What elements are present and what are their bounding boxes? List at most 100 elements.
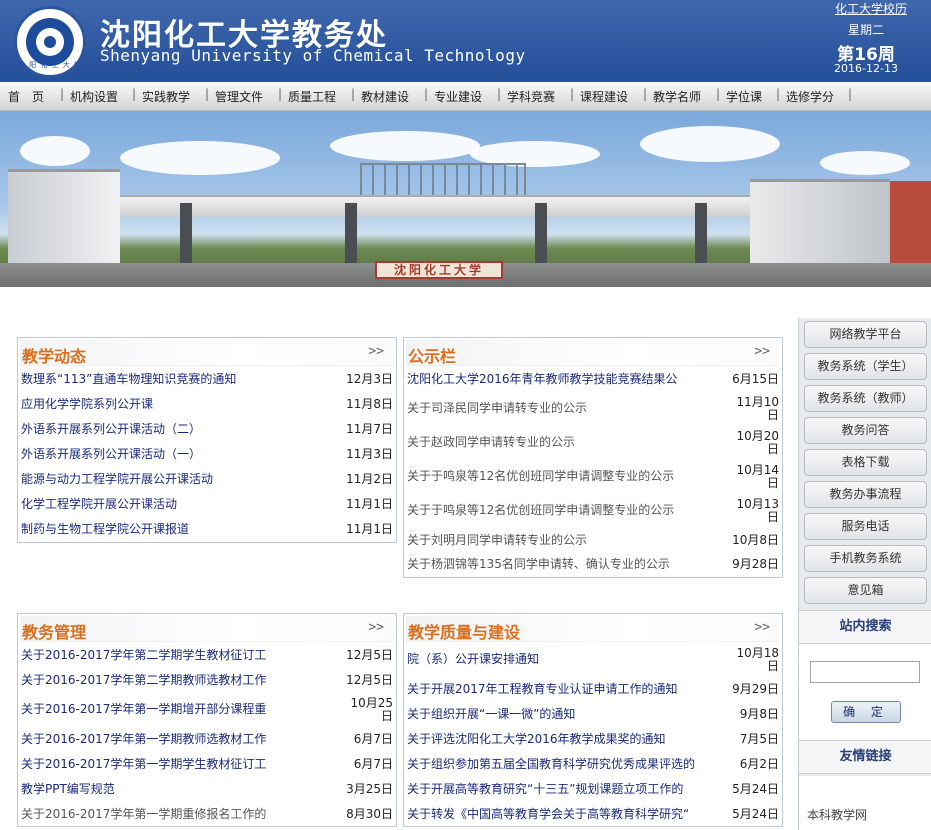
list-item[interactable]: 关于2016-2017学年第一学期学生教材征订工 6月7日	[21, 752, 393, 777]
item-title[interactable]: 关于于鸣泉等12名优创班同学申请调整专业的公示	[407, 468, 717, 485]
list-item[interactable]: 关于杨泗锦等135名同学申请转、确认专业的公示 9月28日	[407, 552, 779, 577]
nav-separator: |	[776, 87, 781, 101]
student-system-button[interactable]: 教务系统（学生）	[804, 353, 927, 380]
nav-item-degree-courses[interactable]: 学位课	[726, 88, 762, 105]
list-item[interactable]: 沈阳化工大学2016年青年教师教学技能竞赛结果公 6月15日	[407, 367, 779, 392]
item-title[interactable]: 数理系“113”直通车物理知识竞赛的通知	[21, 367, 331, 392]
list-item[interactable]: 关于评选沈阳化工大学2016年教学成果奖的通知 7月5日	[407, 727, 779, 752]
nav-item-textbooks[interactable]: 教材建设	[361, 88, 409, 105]
undergrad-teaching-link[interactable]: 本科教学网	[807, 806, 867, 823]
item-title[interactable]: 外语系开展系列公开课活动（一）	[21, 442, 331, 467]
list-item[interactable]: 关于于鸣泉等12名优创班同学申请调整专业的公示 10月14日	[407, 460, 779, 494]
item-title[interactable]: 关于2016-2017学年第二学期教师选教材工作	[21, 668, 331, 693]
item-title[interactable]: 院（系）公开课安排通知	[407, 651, 717, 668]
item-title[interactable]: 制药与生物工程学院公开课报道	[21, 517, 331, 542]
service-phone-button[interactable]: 服务电话	[804, 513, 927, 540]
nav-item-quality[interactable]: 质量工程	[288, 88, 336, 105]
item-title[interactable]: 关于2016-2017学年第一学期教师选教材工作	[21, 727, 331, 752]
list-item[interactable]: 关于转发《中国高等教育学会关于高等教育科学研究“ 5月24日	[407, 802, 779, 827]
forms-download-button[interactable]: 表格下载	[804, 449, 927, 476]
item-title[interactable]: 关于组织开展“一课一微”的通知	[407, 702, 717, 727]
nav-item-documents[interactable]: 管理文件	[215, 88, 263, 105]
item-title[interactable]: 关于杨泗锦等135名同学申请转、确认专业的公示	[407, 552, 717, 577]
item-title[interactable]: 关于2016-2017学年第一学期重修报名工作的	[21, 802, 331, 827]
school-calendar-link[interactable]: 化工大学校历	[826, 0, 916, 17]
logo-text: 沈 阳 化 工 大 学	[17, 61, 83, 69]
item-title[interactable]: 关于2016-2017学年第一学期学生教材征订工	[21, 752, 331, 777]
item-date: 9月28日	[732, 557, 779, 571]
item-title[interactable]: 外语系开展系列公开课活动（二）	[21, 417, 331, 442]
item-date: 6月2日	[739, 757, 779, 771]
item-title[interactable]: 关于组织参加第五届全国教育科学研究优秀成果评选的	[407, 752, 717, 777]
list-item[interactable]: 关于赵政同学申请转专业的公示 10月20日	[407, 426, 779, 460]
item-title[interactable]: 关于评选沈阳化工大学2016年教学成果奖的通知	[407, 727, 717, 752]
item-title[interactable]: 关于于鸣泉等12名优创班同学申请调整专业的公示	[407, 502, 717, 519]
list-item[interactable]: 关于2016-2017学年第一学期重修报名工作的 8月30日	[21, 802, 393, 827]
teaching-platform-button[interactable]: 网络教学平台	[804, 321, 927, 348]
list-item[interactable]: 关于刘明月同学申请转专业的公示 10月8日	[407, 528, 779, 553]
item-title[interactable]: 关于2016-2017学年第一学期增开部分课程重	[21, 701, 331, 718]
nav-item-courses[interactable]: 课程建设	[580, 88, 628, 105]
nav-item-home[interactable]: 首 页	[8, 88, 44, 105]
item-date: 7月5日	[739, 732, 779, 746]
panel-title: 教务管理	[22, 623, 87, 642]
panel-header: 教务管理 >>	[20, 616, 394, 642]
item-title[interactable]: 关于开展2017年工程教育专业认证申请工作的通知	[407, 677, 717, 702]
feedback-box-button[interactable]: 意见箱	[804, 577, 927, 604]
list-item[interactable]: 关于开展高等教育研究“十三五”规划课题立项工作的 5月24日	[407, 777, 779, 802]
item-title[interactable]: 关于司泽民同学申请转专业的公示	[407, 400, 717, 417]
nav-item-competitions[interactable]: 学科竞赛	[507, 88, 555, 105]
list-item[interactable]: 关于2016-2017学年第二学期学生教材征订工 12月5日	[21, 643, 393, 668]
more-link[interactable]: >>	[754, 620, 770, 635]
site-header: 沈 阳 化 工 大 学 沈阳化工大学教务处 Shenyang Universit…	[0, 0, 931, 82]
search-submit-button[interactable]: 确 定	[831, 701, 901, 723]
list-item[interactable]: 关于组织开展“一课一微”的通知 9月8日	[407, 702, 779, 727]
item-title[interactable]: 关于赵政同学申请转专业的公示	[407, 434, 717, 451]
item-title[interactable]: 应用化学学院系列公开课	[21, 392, 331, 417]
list-item[interactable]: 关于组织参加第五届全国教育科学研究优秀成果评选的 6月2日	[407, 752, 779, 777]
list-item[interactable]: 关于开展2017年工程教育专业认证申请工作的通知 9月29日	[407, 677, 779, 702]
university-logo[interactable]: 沈 阳 化 工 大 学	[14, 6, 86, 78]
list-item[interactable]: 外语系开展系列公开课活动（二） 11月7日	[21, 417, 393, 442]
list-item[interactable]: 能源与动力工程学院开展公开课活动 11月2日	[21, 467, 393, 492]
panel-title: 教学动态	[22, 347, 87, 366]
item-date: 10月13日	[736, 497, 779, 524]
search-input[interactable]	[810, 661, 920, 683]
list-item[interactable]: 院（系）公开课安排通知 10月18日	[407, 643, 779, 677]
list-item[interactable]: 关于于鸣泉等12名优创班同学申请调整专业的公示 10月13日	[407, 494, 779, 528]
item-title[interactable]: 关于开展高等教育研究“十三五”规划课题立项工作的	[407, 777, 717, 802]
list-item[interactable]: 教学PPT编写规范 3月25日	[21, 777, 393, 802]
list-item[interactable]: 关于2016-2017学年第一学期增开部分课程重 10月25日	[21, 693, 393, 727]
nav-item-teachers[interactable]: 教学名师	[653, 88, 701, 105]
item-title[interactable]: 沈阳化工大学2016年青年教师教学技能竞赛结果公	[407, 367, 717, 392]
item-title[interactable]: 教学PPT编写规范	[21, 777, 331, 802]
nav-item-practice[interactable]: 实践教学	[142, 88, 190, 105]
list-item[interactable]: 关于2016-2017学年第二学期教师选教材工作 12月5日	[21, 668, 393, 693]
nav-item-majors[interactable]: 专业建设	[434, 88, 482, 105]
nav-item-electives[interactable]: 选修学分	[786, 88, 834, 105]
item-date: 3月25日	[346, 782, 393, 796]
list-item[interactable]: 数理系“113”直通车物理知识竞赛的通知 12月3日	[21, 367, 393, 392]
procedures-button[interactable]: 教务办事流程	[804, 481, 927, 508]
item-title[interactable]: 化学工程学院开展公开课活动	[21, 492, 331, 517]
item-title[interactable]: 关于2016-2017学年第二学期学生教材征订工	[21, 643, 331, 668]
item-date: 10月20日	[736, 429, 779, 456]
faq-button[interactable]: 教务问答	[804, 417, 927, 444]
nav-separator: |	[424, 87, 429, 101]
more-link[interactable]: >>	[368, 620, 384, 635]
item-title[interactable]: 关于转发《中国高等教育学会关于高等教育科学研究“	[407, 802, 717, 827]
more-link[interactable]: >>	[754, 344, 770, 359]
list-item[interactable]: 关于司泽民同学申请转专业的公示 11月10日	[407, 392, 779, 426]
nav-item-organization[interactable]: 机构设置	[70, 88, 118, 105]
list-item[interactable]: 化学工程学院开展公开课活动 11月1日	[21, 492, 393, 517]
more-link[interactable]: >>	[368, 344, 384, 359]
list-item[interactable]: 外语系开展系列公开课活动（一） 11月3日	[21, 442, 393, 467]
list-item[interactable]: 关于2016-2017学年第一学期教师选教材工作 6月7日	[21, 727, 393, 752]
item-title[interactable]: 关于刘明月同学申请转专业的公示	[407, 528, 717, 553]
list-item[interactable]: 制药与生物工程学院公开课报道 11月1日	[21, 517, 393, 542]
mobile-system-button[interactable]: 手机教务系统	[804, 545, 927, 572]
teacher-system-button[interactable]: 教务系统（教师）	[804, 385, 927, 412]
item-title[interactable]: 能源与动力工程学院开展公开课活动	[21, 467, 331, 492]
panel-title: 教学质量与建设	[408, 623, 521, 642]
list-item[interactable]: 应用化学学院系列公开课 11月8日	[21, 392, 393, 417]
